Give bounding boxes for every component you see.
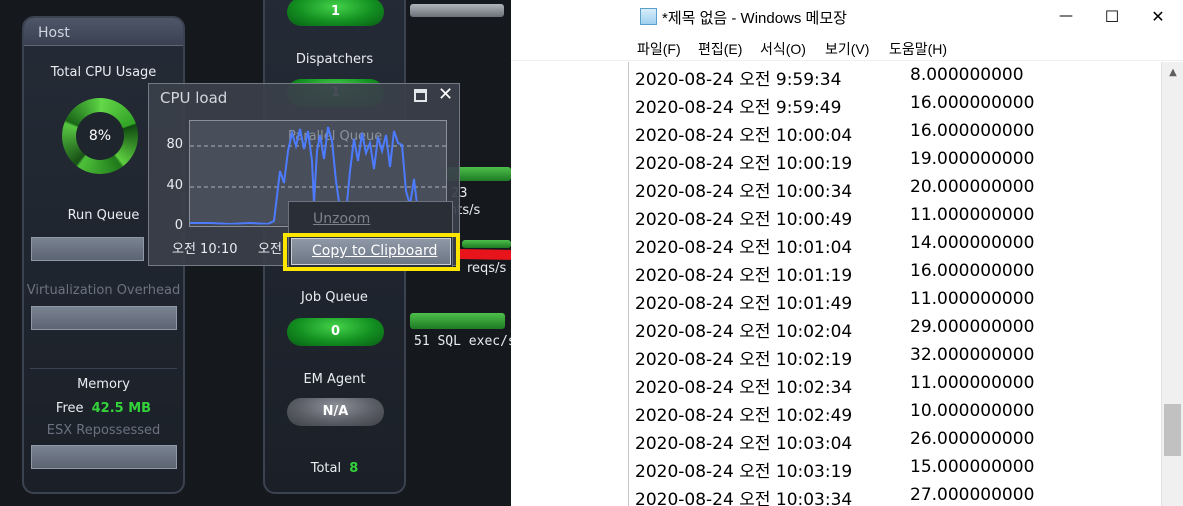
menu-help[interactable]: 도움말(H): [889, 39, 947, 59]
free-memory: Free 42.5 MB: [24, 401, 183, 416]
line-value: 32.000000000: [910, 345, 1035, 365]
line-value: 15.000000000: [910, 457, 1035, 477]
memory-divider: [30, 368, 177, 369]
cpu-load-title: CPU load: [160, 89, 228, 107]
menu-view[interactable]: 보기(V): [825, 39, 869, 59]
line-value: 16.000000000: [910, 261, 1035, 281]
menu-file[interactable]: 파일(F): [637, 39, 681, 59]
line-value: 26.000000000: [910, 429, 1035, 449]
esx-repossessed-bar: [31, 445, 177, 469]
top-right-sparkline: [410, 4, 504, 17]
line-timestamp: 2020-08-24 오전 10:03:34: [635, 490, 853, 506]
unzoom-menu-item[interactable]: Unzoom: [313, 211, 370, 227]
menu-format[interactable]: 서식(O): [760, 39, 806, 59]
line-value: 14.000000000: [910, 233, 1035, 253]
line-value: 11.000000000: [910, 289, 1035, 309]
sql-exec-label: 51 SQL exec/s: [414, 334, 511, 349]
notepad-window: *제목 없음 - Windows 메모장 — ☐ ✕ 파일(F) 편집(E) 서…: [511, 0, 1183, 506]
sql-exec-sparkline: [410, 313, 505, 329]
dispatchers-label: Dispatchers: [295, 52, 374, 67]
y-tick-40: 40: [166, 178, 183, 193]
line-value: 8.000000000: [910, 65, 1024, 85]
run-queue-bar: [31, 237, 144, 261]
line-value: 16.000000000: [910, 93, 1035, 113]
cpu-usage-gauge: 8%: [62, 98, 138, 174]
line-value: 29.000000000: [910, 317, 1035, 337]
job-queue-pill: 0: [287, 318, 384, 346]
total-value: 8: [349, 461, 359, 476]
total-cpu-label: Total CPU Usage: [50, 65, 157, 80]
line-value: 11.000000000: [910, 205, 1035, 225]
line-timestamp: 2020-08-24 오전 9:59:49: [635, 98, 842, 118]
y-tick-80: 80: [166, 137, 183, 152]
virtualization-overhead-label: Virtualization Overhead: [26, 283, 181, 298]
line-timestamp: 2020-08-24 오전 10:00:34: [635, 182, 853, 202]
line-timestamp: 2020-08-24 오전 10:03:04: [635, 434, 853, 454]
close-button[interactable]: ✕: [1135, 0, 1181, 33]
minimize-button[interactable]: —: [1043, 0, 1089, 33]
x-tick-1010: 오전 10:10: [172, 242, 238, 257]
host-panel-title: Host: [24, 18, 183, 46]
job-queue-label: Job Queue: [301, 290, 368, 305]
line-value: 27.000000000: [910, 485, 1035, 505]
y-tick-0: 0: [174, 218, 183, 233]
total-label: Total: [310, 461, 342, 476]
maximize-button[interactable]: ☐: [1089, 0, 1135, 33]
line-timestamp: 2020-08-24 오전 10:01:49: [635, 294, 853, 314]
esx-repossessed-label: ESX Repossessed: [46, 423, 161, 438]
line-value: 11.000000000: [910, 373, 1035, 393]
total-sessions: Total 8: [265, 461, 404, 476]
memory-label: Memory: [77, 377, 130, 392]
notepad-icon: [640, 8, 657, 25]
copy-to-clipboard-menu-item[interactable]: Copy to Clipboard: [291, 238, 451, 265]
line-timestamp: 2020-08-24 오전 10:02:04: [635, 322, 853, 342]
cpu-usage-value: 8%: [76, 112, 124, 160]
virtualization-overhead-bar: [31, 306, 177, 330]
top-metric-pill: 1: [287, 0, 384, 26]
free-label: Free: [55, 401, 84, 416]
menu-edit[interactable]: 편집(E): [698, 39, 742, 59]
red-arrow: [460, 249, 511, 260]
x-tick-partial: 오전: [258, 242, 282, 257]
line-timestamp: 2020-08-24 오전 10:00:19: [635, 154, 853, 174]
notepad-title: *제목 없음 - Windows 메모장: [662, 10, 847, 27]
line-timestamp: 2020-08-24 오전 10:01:04: [635, 238, 853, 258]
line-timestamp: 2020-08-24 오전 10:00:04: [635, 126, 853, 146]
free-value: 42.5 MB: [91, 401, 152, 416]
close-icon[interactable]: ✕: [438, 84, 453, 105]
line-timestamp: 2020-08-24 오전 10:03:19: [635, 462, 853, 482]
scroll-up-icon[interactable]: ▲: [1162, 62, 1183, 84]
line-value: 10.000000000: [910, 401, 1035, 421]
copy-to-clipboard-label: Copy to Clipboard: [312, 243, 438, 259]
line-timestamp: 2020-08-24 오전 9:59:34: [635, 70, 842, 90]
line-value: 20.000000000: [910, 177, 1035, 197]
em-agent-label: EM Agent: [303, 372, 366, 387]
monitor-dashboard: Host Total CPU Usage 8% Run Queue Virtua…: [0, 0, 511, 506]
vertical-scrollbar[interactable]: ▲: [1161, 62, 1183, 506]
notepad-menubar: 파일(F) 편집(E) 서식(O) 보기(V) 도움말(H): [511, 33, 1183, 61]
line-timestamp: 2020-08-24 오전 10:00:49: [635, 210, 853, 230]
line-value: 19.000000000: [910, 149, 1035, 169]
line-timestamp: 2020-08-24 오전 10:01:19: [635, 266, 853, 286]
line-value: 16.000000000: [910, 121, 1035, 141]
notepad-titlebar: *제목 없음 - Windows 메모장 — ☐ ✕: [511, 0, 1183, 33]
maximize-icon[interactable]: [414, 89, 427, 102]
scrollbar-thumb[interactable]: [1164, 404, 1181, 456]
line-timestamp: 2020-08-24 오전 10:02:19: [635, 350, 853, 370]
line-timestamp: 2020-08-24 오전 10:02:49: [635, 406, 853, 426]
em-agent-pill: N/A: [287, 398, 384, 426]
notepad-text-area[interactable]: 2020-08-24 오전 9:59:34 8.000000000 2020-08…: [628, 62, 1161, 506]
line-timestamp: 2020-08-24 오전 10:02:34: [635, 378, 853, 398]
